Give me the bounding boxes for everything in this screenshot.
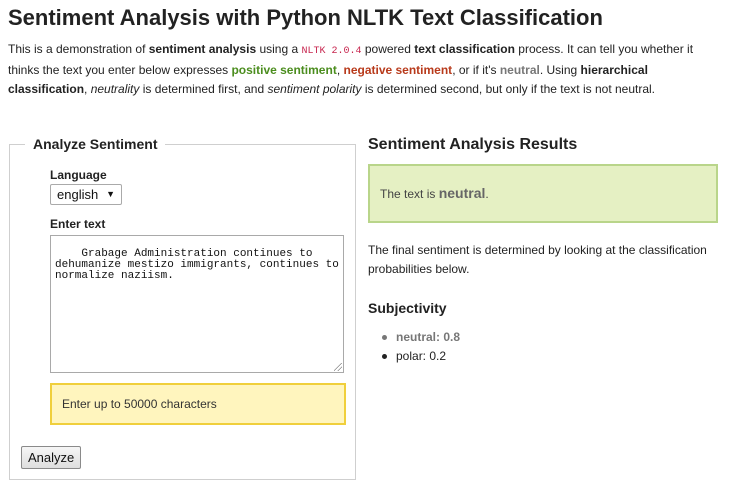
intro-paragraph: This is a demonstration of sentiment ana…	[8, 40, 720, 99]
result-prefix: The text is	[380, 187, 439, 201]
probability-label: polar: 0.2	[396, 349, 447, 363]
bullet-icon	[382, 354, 387, 359]
intro-text: This is a demonstration of	[8, 42, 149, 56]
character-limit-hint: Enter up to 50000 characters	[50, 383, 346, 425]
intro-neutrality: neutrality	[90, 82, 140, 96]
enter-text-label: Enter text	[50, 217, 106, 231]
intro-sentiment-polarity: sentiment polarity	[267, 82, 362, 96]
subjectivity-probabilities: neutral: 0.8 polar: 0.2	[368, 328, 460, 366]
results-title: Sentiment Analysis Results	[368, 136, 578, 153]
list-item: polar: 0.2	[368, 347, 460, 366]
bullet-icon	[382, 335, 387, 340]
intro-text: , or if it's	[452, 63, 500, 77]
result-suffix: .	[485, 187, 489, 201]
nltk-version: NLTK 2.0.4	[301, 46, 362, 57]
intro-text: using a	[256, 42, 302, 56]
intro-text: powered	[361, 42, 415, 56]
list-item: neutral: 0.8	[368, 328, 460, 347]
result-verdict: neutral	[438, 185, 486, 201]
form-legend: Analyze Sentiment	[25, 136, 166, 152]
resize-handle-icon[interactable]	[334, 363, 342, 371]
language-select-value: english	[57, 187, 99, 202]
subjectivity-title: Subjectivity	[368, 300, 447, 316]
final-sentiment-explanation: The final sentiment is determined by loo…	[368, 243, 707, 276]
intro-text: is determined second, but only if the te…	[361, 82, 656, 96]
intro-text-classification: text classification	[414, 42, 515, 56]
intro-text: ,	[84, 82, 91, 96]
page-title: Sentiment Analysis with Python NLTK Text…	[8, 5, 603, 30]
intro-text: . Using	[539, 63, 581, 77]
language-select[interactable]: english ▼	[50, 184, 122, 205]
text-input[interactable]: Grabage Administration continues to dehu…	[50, 235, 344, 373]
text-input-value: Grabage Administration continues to dehu…	[55, 248, 339, 282]
result-verdict-box: The text is neutral.	[368, 164, 718, 223]
intro-sentiment-analysis: sentiment analysis	[148, 42, 257, 56]
chevron-down-icon: ▼	[106, 189, 115, 199]
language-label: Language	[50, 168, 107, 182]
positive-sentiment-term: positive sentiment	[231, 63, 337, 77]
analyze-button[interactable]: Analyze	[21, 446, 82, 469]
neutral-term: neutral	[499, 63, 540, 77]
intro-text: is determined first, and	[139, 82, 268, 96]
negative-sentiment-term: negative sentiment	[343, 63, 453, 77]
analyze-sentiment-form: Analyze Sentiment Language english ▼ Ent…	[9, 136, 356, 480]
probability-label: neutral: 0.8	[396, 330, 461, 344]
